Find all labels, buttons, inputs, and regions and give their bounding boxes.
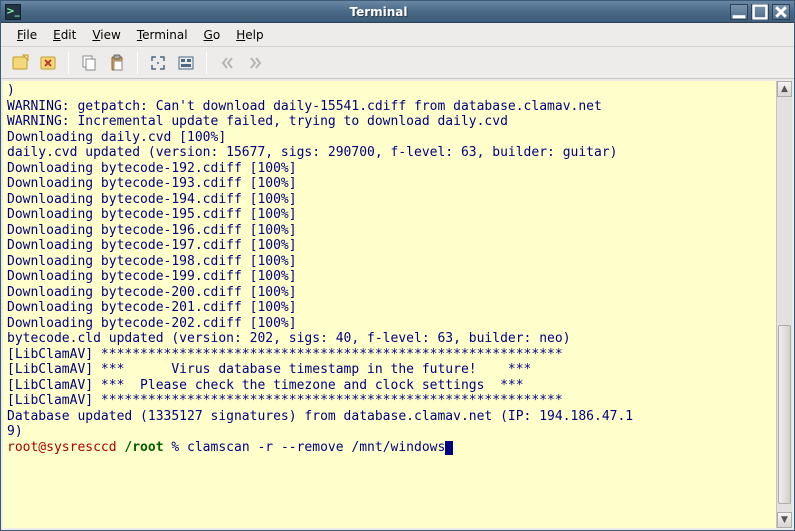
menu-edit[interactable]: Edit [45,25,84,45]
terminal-line: Downloading bytecode-200.cdiff [100%] [7,285,772,301]
terminal-line: WARNING: Incremental update failed, tryi… [7,114,772,130]
minimize-icon [731,4,747,20]
toolbar [1,47,794,79]
chevron-right-icon [246,54,264,72]
terminal-line: [LibClamAV] *** Please check the timezon… [7,378,772,394]
copy-button[interactable] [76,50,102,76]
menu-go[interactable]: Go [196,25,229,45]
settings-button[interactable] [173,50,199,76]
toolbar-separator [137,52,138,74]
maximize-icon [752,4,768,20]
settings-icon [177,54,195,72]
next-button[interactable] [242,50,268,76]
new-tab-button[interactable] [7,50,33,76]
paste-icon [108,54,126,72]
scroll-down-button[interactable]: ▼ [777,512,792,528]
menu-help[interactable]: Help [228,25,271,45]
close-tab-icon [39,54,57,72]
terminal-line: Downloading bytecode-197.cdiff [100%] [7,238,772,254]
menu-file[interactable]: File [9,25,45,45]
terminal-window: >_ Terminal File Edit View Terminal Go H… [0,0,795,531]
maximize-button[interactable] [751,4,769,20]
copy-icon [80,54,98,72]
terminal-line: 9) [7,424,772,440]
close-icon [773,4,789,20]
prev-button[interactable] [214,50,240,76]
titlebar[interactable]: >_ Terminal [1,1,794,23]
app-icon: >_ [5,4,21,20]
terminal-area: )WARNING: getpatch: Can't download daily… [1,79,794,530]
terminal-line: Downloading bytecode-199.cdiff [100%] [7,269,772,285]
scroll-thumb[interactable] [778,325,791,503]
prompt-user-host: root@sysresccd [7,440,117,455]
fullscreen-button[interactable] [145,50,171,76]
menu-terminal[interactable]: Terminal [129,25,196,45]
toolbar-separator [206,52,207,74]
terminal-line: WARNING: getpatch: Can't download daily-… [7,99,772,115]
terminal-line: Downloading bytecode-193.cdiff [100%] [7,176,772,192]
prompt-command: clamscan -r --remove /mnt/windows [187,440,445,455]
scroll-track[interactable] [777,97,792,512]
terminal-line: Downloading bytecode-195.cdiff [100%] [7,207,772,223]
terminal-line: Database updated (1335127 signatures) fr… [7,409,772,425]
terminal-line: [LibClamAV] ****************************… [7,393,772,409]
scrollbar[interactable]: ▲ ▼ [776,81,792,528]
menu-view[interactable]: View [84,25,128,45]
new-tab-icon [11,54,29,72]
prompt-separator: % [164,440,187,455]
terminal-line: [LibClamAV] ****************************… [7,347,772,363]
minimize-button[interactable] [730,4,748,20]
terminal-line: ) [7,83,772,99]
terminal-line: [LibClamAV] *** Virus database timestamp… [7,362,772,378]
fullscreen-icon [149,54,167,72]
terminal-line: Downloading bytecode-202.cdiff [100%] [7,316,772,332]
window-controls [730,4,790,20]
menubar: File Edit View Terminal Go Help [1,23,794,47]
terminal-prompt-line[interactable]: root@sysresccd /root % clamscan -r --rem… [7,440,772,456]
terminal-line: daily.cvd updated (version: 15677, sigs:… [7,145,772,161]
prompt-path: /root [124,440,163,455]
terminal-line: Downloading bytecode-192.cdiff [100%] [7,161,772,177]
scroll-up-button[interactable]: ▲ [777,81,792,97]
terminal-line: Downloading daily.cvd [100%] [7,130,772,146]
toolbar-separator [68,52,69,74]
terminal-output[interactable]: )WARNING: getpatch: Can't download daily… [3,81,776,528]
chevron-left-icon [218,54,236,72]
terminal-line: Downloading bytecode-198.cdiff [100%] [7,254,772,270]
terminal-line: Downloading bytecode-201.cdiff [100%] [7,300,772,316]
terminal-line: bytecode.cld updated (version: 202, sigs… [7,331,772,347]
paste-button[interactable] [104,50,130,76]
close-button[interactable] [772,4,790,20]
close-tab-button[interactable] [35,50,61,76]
terminal-line: Downloading bytecode-196.cdiff [100%] [7,223,772,239]
window-title: Terminal [27,5,730,19]
cursor [445,441,453,455]
terminal-line: Downloading bytecode-194.cdiff [100%] [7,192,772,208]
